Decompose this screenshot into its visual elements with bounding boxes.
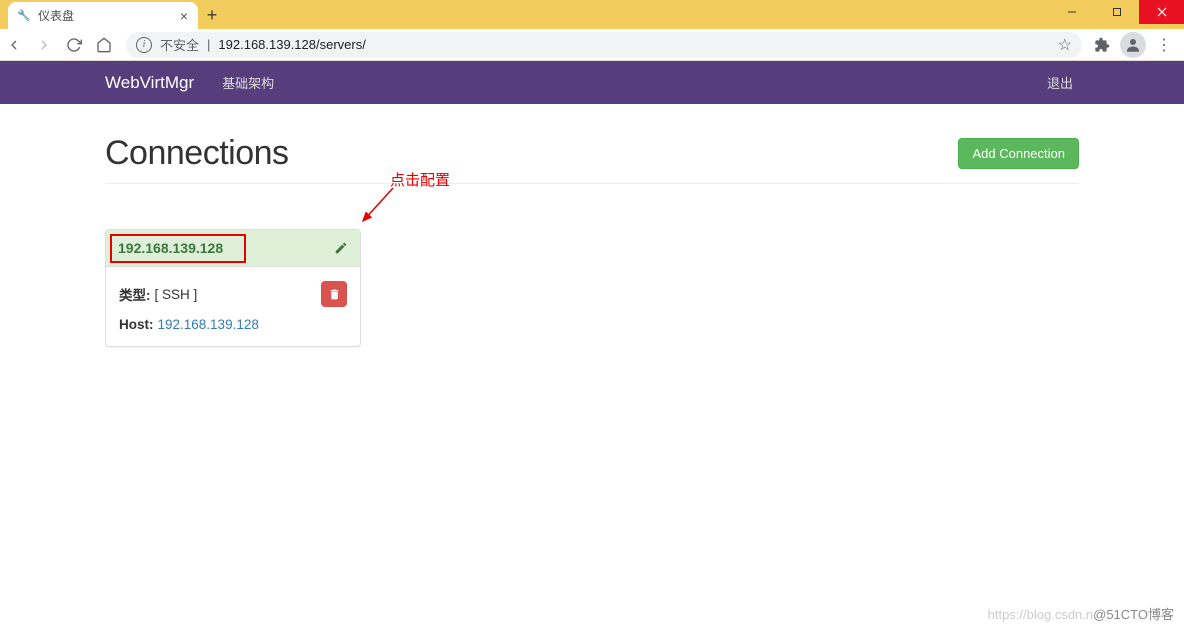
tab-favicon: 🔧 [16,8,32,24]
page-header: Connections Add Connection [105,134,1079,184]
new-tab-button[interactable]: + [198,2,226,29]
back-button[interactable] [0,31,28,59]
unsafe-label: 不安全 [160,35,199,54]
type-label: 类型: [119,284,151,304]
url-text: 192.168.139.128/servers/ [218,37,365,52]
page-title: Connections [105,134,289,173]
watermark: https://blog.csdn.n@51CTO博客 [988,604,1174,623]
edit-connection-button[interactable] [334,241,348,255]
connection-card: 192.168.139.128 类型: [ SSH ] Host: 192.16… [105,229,361,347]
minimize-button[interactable] [1049,0,1094,24]
connection-card-header: 192.168.139.128 [106,230,360,267]
tab-title: 仪表盘 [38,7,172,24]
main-container: Connections Add Connection 点击配置 192.168.… [90,104,1094,347]
reload-button[interactable] [60,31,88,59]
forward-button[interactable] [30,31,58,59]
maximize-button[interactable] [1094,0,1139,24]
type-value: [ SSH ] [155,287,198,302]
window-controls [1049,0,1184,24]
browser-titlebar: 🔧 仪表盘 × + [0,0,1184,29]
nav-infrastructure[interactable]: 基础架构 [216,73,280,92]
browser-toolbar: i 不安全 | 192.168.139.128/servers/ ☆ ⋮ [0,29,1184,61]
extensions-icon[interactable] [1090,37,1114,53]
url-separator: | [207,37,210,52]
watermark-faint: https://blog.csdn.n [988,607,1094,622]
host-value-link[interactable]: 192.168.139.128 [158,317,259,332]
bookmark-star-icon[interactable]: ☆ [1058,35,1072,55]
connection-host-link[interactable]: 192.168.139.128 [118,240,223,256]
add-connection-button[interactable]: Add Connection [958,138,1079,169]
home-button[interactable] [90,31,118,59]
browser-tab[interactable]: 🔧 仪表盘 × [8,2,198,29]
connection-host-row: Host: 192.168.139.128 [119,317,347,332]
brand-logo[interactable]: WebVirtMgr [105,73,194,93]
delete-connection-button[interactable] [321,281,347,307]
watermark-text: @51CTO博客 [1093,607,1174,622]
browser-menu-icon[interactable]: ⋮ [1152,35,1176,55]
site-info-icon[interactable]: i [136,37,152,53]
address-bar[interactable]: i 不安全 | 192.168.139.128/servers/ ☆ [126,32,1082,58]
annotation-arrow-icon [355,183,400,228]
nav-logout[interactable]: 退出 [1041,73,1079,92]
tab-close-icon[interactable]: × [178,8,190,24]
trash-icon [328,288,341,301]
connection-card-body: 类型: [ SSH ] Host: 192.168.139.128 [106,267,360,346]
app-navbar: WebVirtMgr 基础架构 退出 [0,61,1184,104]
close-window-button[interactable] [1139,0,1184,24]
host-label: Host: [119,317,154,332]
connection-type-row: 类型: [ SSH ] [119,281,347,307]
pencil-icon [334,241,348,255]
profile-avatar[interactable] [1120,32,1146,58]
